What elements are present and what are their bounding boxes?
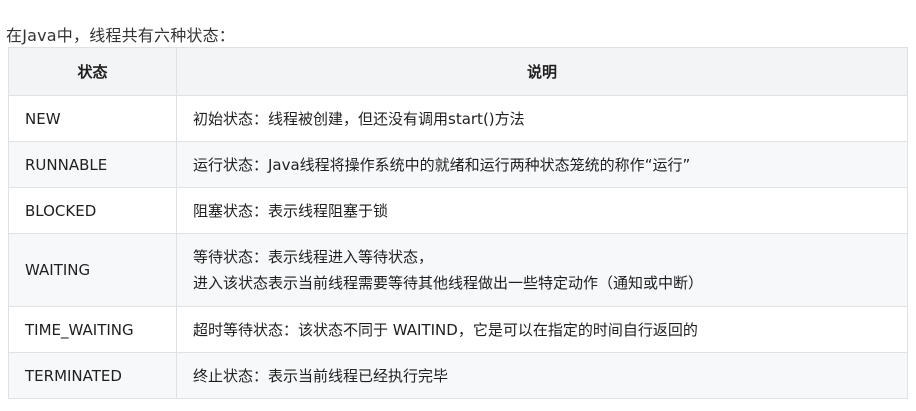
table-row: TIME_WAITING 超时等待状态：该状态不同于 WAITIND，它是可以在…: [8, 306, 908, 353]
thread-states-table: 状态 说明 NEW 初始状态：线程被创建，但还没有调用start()方法 RUN…: [8, 47, 908, 399]
state-name: TERMINATED: [8, 352, 177, 399]
state-name: RUNNABLE: [8, 141, 177, 188]
header-description: 说明: [176, 47, 908, 96]
intro-text: 在Java中，线程共有六种状态：: [6, 26, 235, 45]
state-description: 超时等待状态：该状态不同于 WAITIND，它是可以在指定的时间自行返回的: [176, 306, 908, 353]
description-line: 进入该状态表示当前线程需要等待其他线程做出一些特定动作（通知或中断）: [193, 274, 704, 292]
table-header-row: 状态 说明: [8, 47, 908, 96]
state-description: 终止状态：表示当前线程已经执行完毕: [176, 352, 908, 399]
table-row: RUNNABLE 运行状态：Java线程将操作系统中的就绪和运行两种状态笼统的称…: [8, 141, 908, 188]
state-description: 阻塞状态：表示线程阻塞于锁: [176, 187, 908, 234]
state-name: WAITING: [8, 233, 177, 307]
table-row: TERMINATED 终止状态：表示当前线程已经执行完毕: [8, 352, 908, 399]
state-name: TIME_WAITING: [8, 306, 177, 353]
state-name: BLOCKED: [8, 187, 177, 234]
table-row: BLOCKED 阻塞状态：表示线程阻塞于锁: [8, 187, 908, 234]
state-name: NEW: [8, 95, 177, 142]
description-line: 等待状态：表示线程进入等待状态，: [193, 248, 434, 266]
state-description: 等待状态：表示线程进入等待状态， 进入该状态表示当前线程需要等待其他线程做出一些…: [176, 233, 908, 307]
description-line: 终止状态：表示当前线程已经执行完毕: [193, 366, 449, 385]
state-description: 运行状态：Java线程将操作系统中的就绪和运行两种状态笼统的称作“运行”: [176, 141, 908, 188]
table-row: WAITING 等待状态：表示线程进入等待状态， 进入该状态表示当前线程需要等待…: [8, 233, 908, 307]
description-line: 初始状态：线程被创建，但还没有调用start()方法: [193, 109, 525, 128]
description-line: 阻塞状态：表示线程阻塞于锁: [193, 201, 389, 220]
header-state: 状态: [8, 47, 177, 96]
description-line: 超时等待状态：该状态不同于 WAITIND，它是可以在指定的时间自行返回的: [193, 320, 698, 339]
description-line: 运行状态：Java线程将操作系统中的就绪和运行两种状态笼统的称作“运行”: [193, 155, 691, 174]
table-row: NEW 初始状态：线程被创建，但还没有调用start()方法: [8, 95, 908, 142]
state-description: 初始状态：线程被创建，但还没有调用start()方法: [176, 95, 908, 142]
